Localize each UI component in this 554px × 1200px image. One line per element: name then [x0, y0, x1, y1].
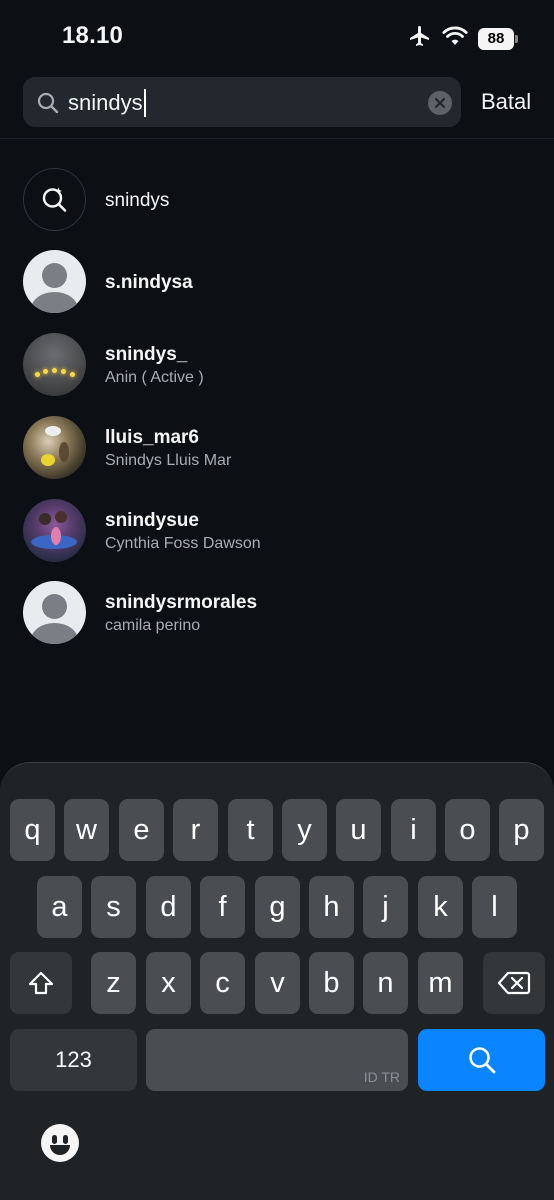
avatar [23, 333, 86, 396]
text-caret [143, 89, 146, 117]
search-query-text: snindys [68, 90, 143, 115]
sparkle-search-icon [23, 168, 86, 231]
numbers-key[interactable]: 123 [10, 1029, 137, 1091]
backspace-icon [497, 971, 531, 995]
avatar [23, 250, 86, 313]
key-a[interactable]: a [37, 876, 82, 938]
username: s.nindysa [105, 272, 193, 293]
username: snindys_ [105, 344, 188, 365]
clear-search-button[interactable] [428, 91, 452, 115]
battery-level: 88 [478, 27, 514, 50]
key-s[interactable]: s [91, 876, 136, 938]
list-item[interactable]: snindysue Cynthia Foss Dawson [0, 499, 554, 579]
search-input[interactable]: snindys [23, 77, 461, 127]
search-query[interactable]: snindys [68, 89, 146, 117]
key-q[interactable]: q [10, 799, 55, 861]
close-icon [434, 97, 446, 109]
search-key[interactable] [418, 1029, 545, 1091]
key-n[interactable]: n [363, 952, 408, 1014]
list-item[interactable]: s.nindysa [0, 250, 554, 330]
key-i[interactable]: i [391, 799, 436, 861]
shift-icon [28, 971, 54, 995]
key-e[interactable]: e [119, 799, 164, 861]
list-item[interactable]: snindysrmorales camila perino [0, 581, 554, 661]
list-item[interactable]: lluis_mar6 Snindys Lluis Mar [0, 416, 554, 496]
key-w[interactable]: w [64, 799, 109, 861]
full-name: Anin ( Active ) [105, 369, 204, 386]
backspace-key[interactable] [483, 952, 545, 1014]
key-h[interactable]: h [309, 876, 354, 938]
key-r[interactable]: r [173, 799, 218, 861]
wifi-icon [442, 26, 468, 51]
avatar [23, 499, 86, 562]
avatar [23, 416, 86, 479]
avatar [23, 581, 86, 644]
airplane-icon [408, 24, 432, 53]
key-c[interactable]: c [200, 952, 245, 1014]
battery-icon: 88 [478, 27, 518, 50]
space-key[interactable]: ID TR [146, 1029, 408, 1091]
key-g[interactable]: g [255, 876, 300, 938]
search-query-suggestion[interactable]: snindys [0, 168, 554, 248]
shift-key[interactable] [10, 952, 72, 1014]
key-j[interactable]: j [363, 876, 408, 938]
search-icon [37, 92, 59, 119]
search-icon [468, 1047, 495, 1074]
full-name: Snindys Lluis Mar [105, 452, 232, 469]
status-bar: 18.10 88 [0, 0, 554, 70]
key-m[interactable]: m [418, 952, 463, 1014]
key-x[interactable]: x [146, 952, 191, 1014]
full-name: Cynthia Foss Dawson [105, 535, 261, 552]
key-k[interactable]: k [418, 876, 463, 938]
key-t[interactable]: t [228, 799, 273, 861]
space-key-label: ID TR [363, 1069, 400, 1085]
keyboard: q w e r t y u i o p a s d f g h j k l z … [0, 762, 554, 1200]
key-d[interactable]: d [146, 876, 191, 938]
key-u[interactable]: u [336, 799, 381, 861]
emoji-icon[interactable] [41, 1124, 79, 1162]
status-icons: 88 [408, 24, 518, 53]
key-y[interactable]: y [282, 799, 327, 861]
full-name: camila perino [105, 617, 201, 634]
username: lluis_mar6 [105, 427, 199, 448]
key-z[interactable]: z [91, 952, 136, 1014]
cancel-button[interactable]: Batal [481, 89, 531, 115]
key-b[interactable]: b [309, 952, 354, 1014]
list-item[interactable]: snindys_ Anin ( Active ) [0, 333, 554, 413]
key-o[interactable]: o [445, 799, 490, 861]
suggestion-text: snindys [105, 190, 170, 211]
search-header: snindys Batal [0, 77, 554, 139]
key-f[interactable]: f [200, 876, 245, 938]
key-v[interactable]: v [255, 952, 300, 1014]
username: snindysrmorales [105, 592, 258, 613]
username: snindysue [105, 510, 199, 531]
key-p[interactable]: p [499, 799, 544, 861]
key-l[interactable]: l [472, 876, 517, 938]
status-time: 18.10 [62, 22, 124, 49]
